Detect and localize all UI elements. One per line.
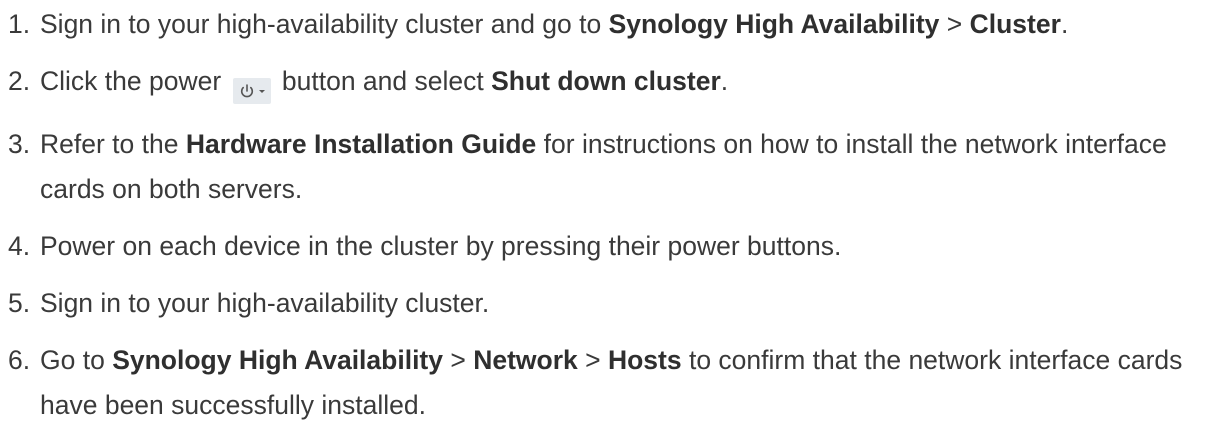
- step-text-part: Sign in to your high-availability cluste…: [40, 9, 609, 39]
- step-text: Click the power button and select Shut d…: [40, 59, 1207, 104]
- step-text: Sign in to your high-availability cluste…: [40, 2, 1207, 47]
- step-text-part: Click the power: [40, 66, 229, 96]
- caret-down-icon: [258, 90, 265, 93]
- power-icon: [240, 84, 253, 98]
- instruction-steps-list: 1. Sign in to your high-availability clu…: [0, 2, 1207, 428]
- step-2: 2. Click the power button and select Shu…: [0, 59, 1207, 104]
- path-separator: >: [939, 9, 970, 39]
- menu-option-shut-down-cluster: Shut down cluster: [491, 66, 721, 96]
- step-number: 3.: [8, 129, 31, 159]
- menu-path-synology-high-availability: Synology High Availability: [112, 345, 443, 375]
- step-number: 2.: [8, 66, 31, 96]
- menu-path-hosts: Hosts: [607, 345, 682, 375]
- menu-path-network: Network: [473, 345, 578, 375]
- step-number: 5.: [8, 288, 31, 318]
- step-text-end: .: [1060, 9, 1069, 39]
- step-text: Go to Synology High Availability > Netwo…: [40, 338, 1207, 428]
- step-number: 4.: [8, 231, 31, 261]
- step-4: 4. Power on each device in the cluster b…: [0, 224, 1207, 269]
- step-text-part: Refer to the: [40, 129, 186, 159]
- step-1: 1. Sign in to your high-availability clu…: [0, 2, 1207, 47]
- step-number: 6.: [8, 345, 31, 375]
- step-text: Refer to the Hardware Installation Guide…: [40, 122, 1207, 212]
- step-3: 3. Refer to the Hardware Installation Gu…: [0, 122, 1207, 212]
- step-text-part: Go to: [40, 345, 113, 375]
- path-separator: >: [577, 345, 608, 375]
- step-5: 5. Sign in to your high-availability clu…: [0, 281, 1207, 326]
- step-text: Sign in to your high-availability cluste…: [40, 288, 490, 318]
- power-dropdown-icon: [232, 78, 271, 104]
- path-separator: >: [443, 345, 474, 375]
- hardware-installation-guide-ref: Hardware Installation Guide: [185, 129, 537, 159]
- step-number: 1.: [8, 9, 31, 39]
- menu-path-cluster: Cluster: [969, 9, 1061, 39]
- step-text: Power on each device in the cluster by p…: [40, 231, 842, 261]
- step-text-end: .: [720, 66, 729, 96]
- menu-path-synology-high-availability: Synology High Availability: [608, 9, 940, 39]
- step-text-part: button and select: [274, 66, 492, 96]
- step-6: 6. Go to Synology High Availability > Ne…: [0, 338, 1207, 428]
